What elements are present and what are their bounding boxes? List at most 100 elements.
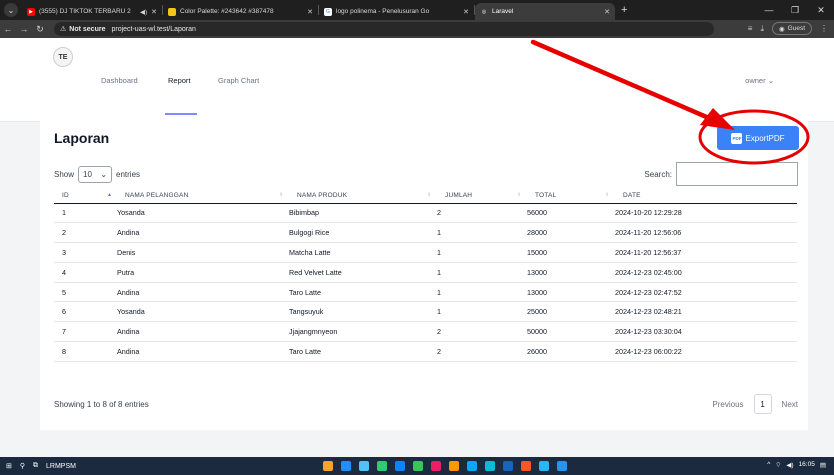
taskbar-app-icon[interactable] — [413, 461, 423, 471]
nav-dashboard[interactable]: Dashboard — [101, 76, 138, 85]
reload-icon[interactable]: ↻ — [32, 24, 48, 35]
table-cell: 4 — [54, 262, 109, 283]
entries-select[interactable]: 10 ⌄ — [78, 166, 113, 183]
table-search: Search: — [644, 162, 798, 186]
tab-close-icon[interactable]: ✕ — [604, 8, 610, 16]
warning-icon: ⚠ — [60, 26, 67, 33]
taskbar-app-icon[interactable] — [395, 461, 405, 471]
tray-chevron-icon[interactable]: ^ — [767, 461, 770, 468]
sort-icon: ⬍ — [427, 192, 432, 198]
tab-close-icon[interactable]: ✕ — [307, 8, 313, 16]
task-view-icon[interactable]: ⧉ — [33, 462, 38, 470]
page-button-current[interactable]: 1 — [753, 394, 772, 414]
active-nav-underline — [165, 113, 197, 115]
url-field[interactable]: ⚠ Not secure project-uas-wl.test/Laporan — [54, 22, 714, 36]
entries-value: 10 — [83, 170, 92, 179]
clock[interactable]: 16:05 — [799, 461, 815, 468]
profile-label: Guest — [787, 25, 805, 32]
browser-tab[interactable]: Color Palette: #243642 #387478 ✕ — [163, 3, 318, 20]
taskbar-app-icon[interactable] — [467, 461, 477, 471]
notification-icon[interactable]: ▤ — [820, 461, 826, 469]
table-row: 6 Yosanda Tangsuyuk 1 25000 2024-12-23 02:48:… — [54, 301, 797, 323]
tab-audio-icon[interactable]: ◀) — [140, 8, 147, 16]
taskbar-app-icon[interactable] — [359, 461, 369, 471]
table-row: 7 Andina Jjajangmnyeon 2 50000 2024-12-23 03:… — [54, 321, 797, 343]
column-header[interactable]: ID — [54, 188, 109, 204]
report-card: Laporan PDF ExportPDF Show 10 ⌄ entries … — [40, 118, 808, 430]
column-header[interactable]: ⬍ DATE — [605, 188, 797, 204]
user-menu[interactable]: owner ⌄ — [745, 76, 774, 85]
nav-report[interactable]: Report — [168, 76, 191, 85]
network-icon[interactable]: ⌔ — [775, 460, 781, 469]
tab-title: Color Palette: #243642 #387478 — [180, 8, 274, 15]
table-cell: Jjajangmnyeon — [281, 321, 429, 343]
profile-button[interactable]: ◉ Guest — [771, 22, 812, 35]
table-cell: 2024-12-23 02:48:21 — [607, 301, 797, 323]
url-text: project-uas-wl.test/Laporan — [111, 25, 196, 33]
taskbar-app-icon[interactable] — [503, 461, 513, 471]
browser-tab[interactable]: ▶ (3555) DJ TIKTOK TERBARU 2 ◀) ✕ — [22, 3, 162, 20]
search-label: Search: — [644, 169, 672, 179]
taskbar-app-icon[interactable] — [341, 461, 351, 471]
browser-tab[interactable]: ◎ Laravel ✕ — [475, 3, 615, 20]
minimize-icon[interactable]: — — [756, 5, 782, 15]
new-tab-icon[interactable]: + — [621, 4, 627, 16]
column-header[interactable]: ⬍ JUMLAH — [427, 188, 519, 204]
column-header[interactable]: ⬍ TOTAL — [517, 188, 607, 204]
tab-close-icon[interactable]: ✕ — [151, 8, 157, 16]
taskbar-app-icon[interactable] — [521, 461, 531, 471]
maximize-icon[interactable]: ❐ — [782, 5, 808, 16]
table-cell: Red Velvet Latte — [281, 262, 429, 283]
taskbar-app-icon[interactable] — [323, 461, 333, 471]
reader-mode-icon[interactable]: ≡ — [748, 24, 753, 33]
taskbar-label: LRMPSM — [46, 462, 76, 470]
search-input[interactable] — [676, 162, 798, 186]
close-window-icon[interactable]: ✕ — [808, 5, 834, 16]
next-button[interactable]: Next — [782, 400, 798, 409]
table-cell: 25000 — [519, 301, 607, 323]
pdf-icon: PDF — [731, 132, 743, 144]
os-taskbar: ⊞ ⚲ ⧉ LRMPSM ^ ⌔ ◀) 16:05 ▤ — [0, 457, 834, 475]
back-icon[interactable]: ← — [0, 24, 16, 34]
table-row: 8 Andina Taro Latte 2 26000 2024-12-23 06:00:… — [54, 341, 797, 362]
volume-icon[interactable]: ◀) — [786, 461, 793, 469]
taskbar-app-icon[interactable] — [539, 461, 549, 471]
table-cell: Putra — [109, 262, 281, 283]
tab-close-icon[interactable]: ✕ — [463, 8, 469, 16]
taskbar-app-icon[interactable] — [449, 461, 459, 471]
column-header[interactable]: ▲ NAMA PELANGGAN — [107, 188, 281, 204]
table-cell: 2024-12-23 02:47:52 — [607, 282, 797, 303]
window-controls: — ❐ ✕ — [756, 0, 834, 20]
browser-menu-icon[interactable]: ⋮ — [820, 24, 828, 33]
export-pdf-button[interactable]: PDF ExportPDF — [717, 126, 799, 150]
taskbar-app-icon[interactable] — [557, 461, 567, 471]
table-cell: 1 — [429, 222, 519, 244]
sort-icon: ⬍ — [605, 192, 610, 198]
table-cell: 1 — [429, 282, 519, 303]
browser-tab[interactable]: Glogo polinema - Penelusuran Go ✕ — [319, 3, 474, 20]
nav-graph-chart[interactable]: Graph Chart — [218, 76, 259, 85]
taskbar-app-icon[interactable] — [377, 461, 387, 471]
table-cell: Bulgogi Rice — [281, 222, 429, 244]
download-icon[interactable]: ⤓ — [760, 24, 764, 34]
table-cell: Andina — [109, 321, 281, 343]
app-logo[interactable]: TE — [53, 47, 73, 67]
taskbar-app-icon[interactable] — [431, 461, 441, 471]
tab-title: (3555) DJ TIKTOK TERBARU 2 — [39, 8, 131, 15]
windows-start-icon[interactable]: ⊞ — [6, 462, 12, 470]
table-cell: 2024-11-20 12:56:06 — [607, 222, 797, 244]
pagination: Previous 1 Next — [712, 394, 798, 414]
browser-tab-bar: ⌄ ▶ (3555) DJ TIKTOK TERBARU 2 ◀) ✕ Color Pa… — [0, 0, 834, 20]
profile-icon: ◉ — [778, 25, 785, 33]
table-cell: Andina — [109, 222, 281, 244]
table-cell: 26000 — [519, 341, 607, 362]
previous-button[interactable]: Previous — [712, 400, 743, 409]
taskbar-app-icon[interactable] — [485, 461, 495, 471]
taskbar-search-icon[interactable]: ⚲ — [20, 462, 25, 470]
tab-search-icon[interactable]: ⌄ — [4, 3, 18, 17]
table-cell: 2 — [429, 321, 519, 343]
column-header[interactable]: ⬍ NAMA PRODUK — [279, 188, 429, 204]
chevron-down-icon: ⌄ — [100, 170, 108, 179]
forward-icon[interactable]: → — [16, 24, 32, 34]
table-row: 4 Putra Red Velvet Latte 1 13000 2024-12-23 0… — [54, 262, 797, 283]
